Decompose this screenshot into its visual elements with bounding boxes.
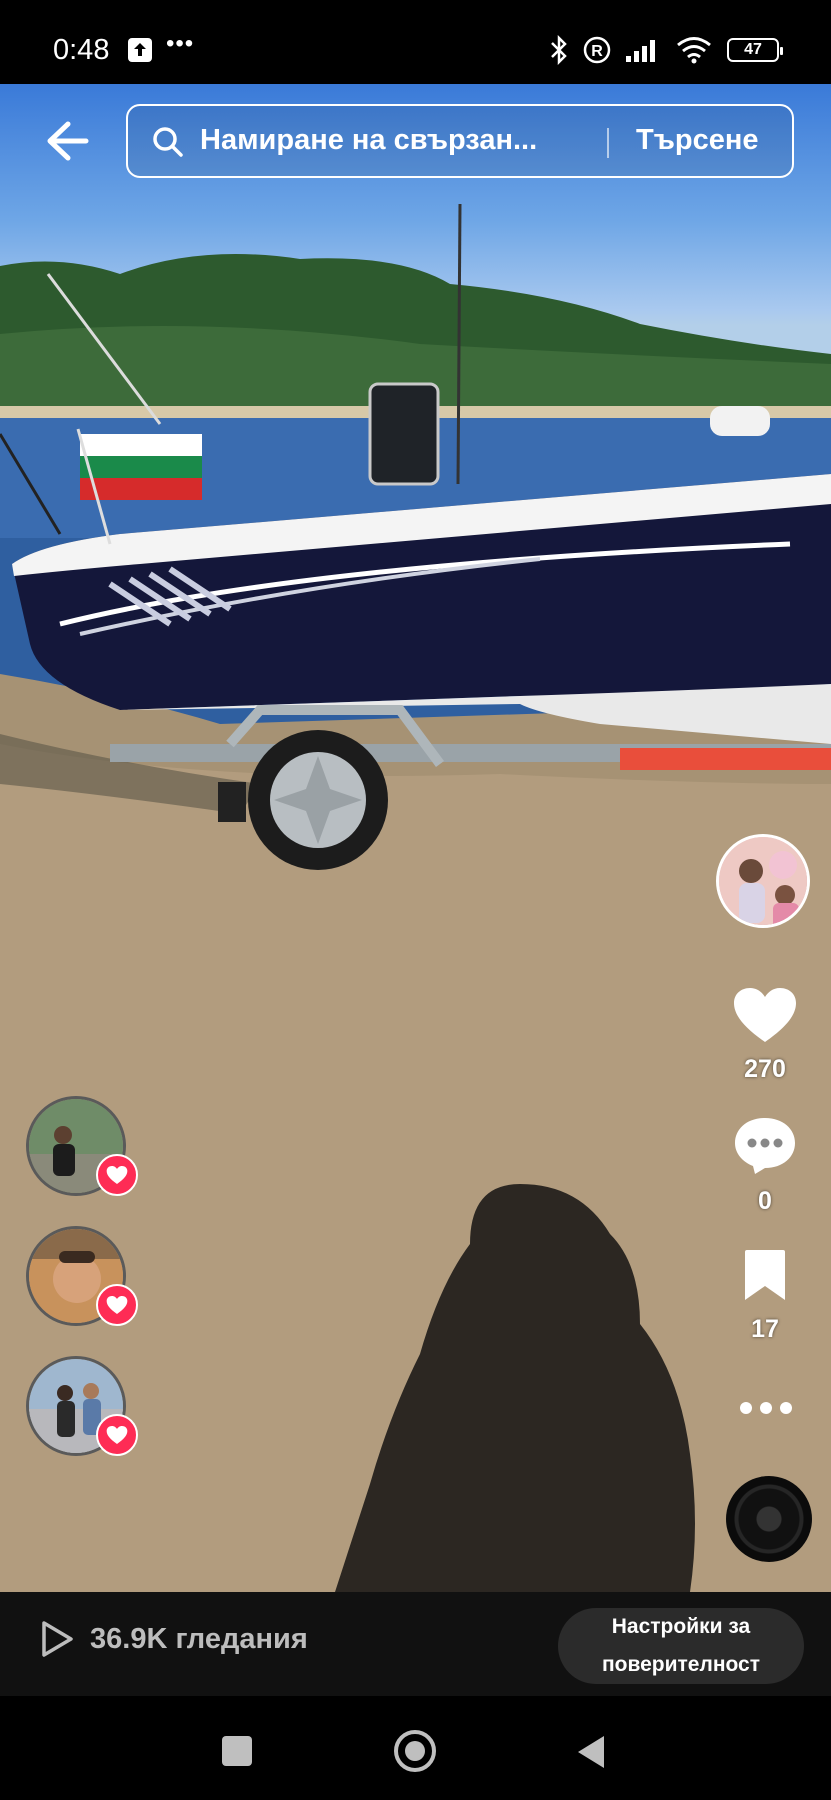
viewer-avatar[interactable] <box>26 1356 138 1460</box>
battery-level: 47 <box>744 41 762 58</box>
privacy-settings-button[interactable]: Настройки за поверителност <box>558 1608 804 1684</box>
heart-icon[interactable] <box>732 986 798 1044</box>
like-count: 270 <box>744 1055 786 1083</box>
signal-icon <box>626 40 655 62</box>
music-disc-icon[interactable] <box>726 1476 812 1562</box>
viewer-avatar[interactable] <box>26 1226 138 1330</box>
liked-heart-icon <box>96 1284 138 1326</box>
play-icon <box>42 1621 73 1657</box>
status-icons: R 47 <box>549 32 783 68</box>
views-info[interactable]: 36.9K гледания <box>40 1620 308 1658</box>
bluetooth-icon <box>551 35 567 65</box>
like-action[interactable]: 270 <box>720 986 810 1084</box>
liked-heart-icon <box>96 1154 138 1196</box>
views-count: 36.9K гледания <box>90 1622 308 1655</box>
comment-count: 0 <box>758 1187 772 1215</box>
nav-back-button[interactable] <box>576 1734 606 1770</box>
bottom-bar: 36.9K гледания Настройки за поверителнос… <box>0 1592 831 1696</box>
svg-text:R: R <box>591 43 603 60</box>
search-query[interactable]: Намиране на свързан... <box>200 124 575 157</box>
privacy-label-line1: Настройки за <box>611 1615 751 1638</box>
privacy-label-line2: поверителност <box>601 1653 761 1676</box>
search-input[interactable]: Намиране на свързан... Търсене <box>126 104 794 178</box>
creator-avatar[interactable] <box>716 834 810 928</box>
more-icon[interactable] <box>738 1400 794 1416</box>
system-nav-bar <box>0 1696 831 1800</box>
home-button[interactable] <box>394 1730 436 1772</box>
save-action[interactable]: 17 <box>720 1248 810 1344</box>
search-button[interactable]: Търсене <box>636 124 758 157</box>
status-time: 0:48 <box>53 34 110 66</box>
save-count: 17 <box>751 1315 779 1343</box>
upload-icon <box>128 38 152 62</box>
status-bar: 0:48 ••• R 47 <box>0 0 831 84</box>
viewer-avatar[interactable] <box>26 1096 138 1200</box>
liked-heart-icon <box>96 1414 138 1456</box>
comment-action[interactable]: 0 <box>720 1116 810 1216</box>
back-button[interactable] <box>40 118 92 164</box>
comment-icon[interactable] <box>733 1116 797 1176</box>
registered-icon: R <box>583 36 611 64</box>
battery-icon: 47 <box>727 38 783 62</box>
search-divider <box>607 128 609 158</box>
recent-apps-button[interactable] <box>222 1736 252 1766</box>
wifi-icon <box>677 37 711 64</box>
bookmark-icon[interactable] <box>741 1248 789 1304</box>
more-dots-icon: ••• <box>166 30 195 57</box>
search-icon <box>153 127 183 157</box>
